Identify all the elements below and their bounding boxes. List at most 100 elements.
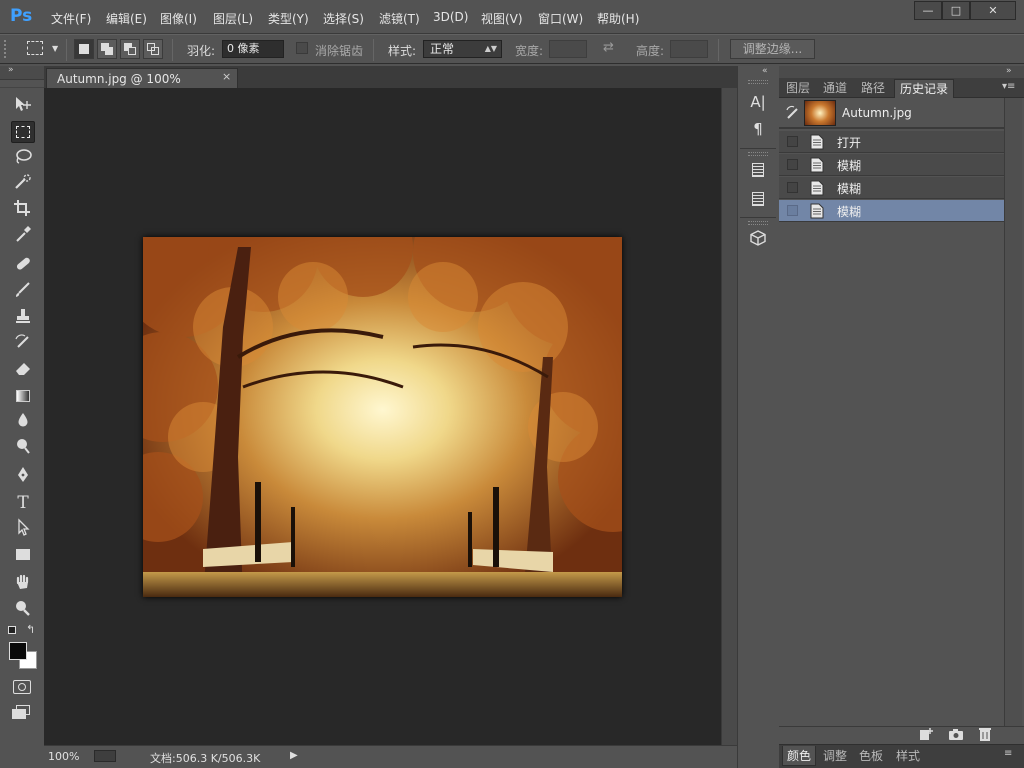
history-brush-tool[interactable] xyxy=(11,333,35,355)
refine-edge-button[interactable]: 调整边缘... xyxy=(730,39,815,59)
tab-paths[interactable]: 路径 xyxy=(856,79,890,98)
history-state-checkbox[interactable] xyxy=(787,205,798,216)
tab-layers[interactable]: 图层 xyxy=(782,79,814,98)
dodge-tool[interactable] xyxy=(11,437,35,459)
menu-image[interactable]: 图像(I) xyxy=(160,10,197,27)
blur-tool[interactable] xyxy=(11,411,35,433)
history-state[interactable]: 打开 xyxy=(779,131,1004,153)
minimize-button[interactable]: — xyxy=(914,1,942,20)
bottom-panel-menu-icon[interactable]: ≡ xyxy=(1004,748,1012,759)
menu-filter[interactable]: 滤镜(T) xyxy=(379,10,420,27)
hand-tool[interactable] xyxy=(11,573,35,595)
zoom-tool[interactable] xyxy=(11,599,35,621)
history-snapshot[interactable]: Autumn.jpg xyxy=(779,98,1004,129)
brush-tool[interactable] xyxy=(11,281,35,303)
default-colors-icon[interactable] xyxy=(8,626,16,634)
move-tool[interactable] xyxy=(11,95,35,117)
autumn-photo[interactable] xyxy=(143,237,622,597)
status-preview-icon[interactable] xyxy=(94,750,116,762)
history-state-label: 模糊 xyxy=(837,205,862,219)
dock-separator xyxy=(740,217,776,218)
zoom-level[interactable]: 100% xyxy=(48,750,79,763)
menu-layer[interactable]: 图层(L) xyxy=(213,10,253,27)
panel-collapse-icon[interactable]: » xyxy=(1006,66,1012,76)
dock-grip[interactable] xyxy=(748,152,768,156)
tab-swatches[interactable]: 色板 xyxy=(856,746,886,766)
quick-select-tool[interactable] xyxy=(11,173,35,195)
menu-select[interactable]: 选择(S) xyxy=(323,10,364,27)
marquee-preset-icon[interactable] xyxy=(27,41,43,55)
preset-dropdown-arrow-icon[interactable]: ▼ xyxy=(52,44,58,53)
swap-width-height-icon[interactable]: ⇄ xyxy=(603,40,614,55)
screen-mode-button[interactable] xyxy=(12,705,32,721)
document-tab[interactable]: Autumn.jpg @ 100%(RGB/8#) xyxy=(46,68,238,106)
clone-stamp-tool[interactable] xyxy=(11,307,35,329)
eyedropper-tool[interactable] xyxy=(11,225,35,247)
history-state-checkbox[interactable] xyxy=(787,182,798,193)
vertical-scrollbar[interactable] xyxy=(721,88,737,745)
tab-channels[interactable]: 通道 xyxy=(818,79,852,98)
close-tab-icon[interactable]: × xyxy=(222,70,231,83)
antialias-checkbox[interactable] xyxy=(296,42,308,54)
options-grip[interactable] xyxy=(4,40,8,58)
lasso-tool[interactable] xyxy=(11,147,35,169)
toolbox-collapse[interactable]: » xyxy=(0,65,44,80)
toolbox-grip[interactable] xyxy=(0,80,44,88)
character-panel-button[interactable]: A| xyxy=(744,91,772,113)
properties-panel-button[interactable] xyxy=(744,188,772,210)
history-state[interactable]: 模糊 xyxy=(779,154,1004,176)
new-document-from-state-icon[interactable] xyxy=(918,727,934,743)
paragraph-panel-button[interactable]: ¶ xyxy=(744,118,772,140)
swap-colors-icon[interactable]: ↰ xyxy=(26,623,35,636)
dock-grip[interactable] xyxy=(748,80,768,84)
maximize-button[interactable]: □ xyxy=(942,1,970,20)
tab-color[interactable]: 颜色 xyxy=(782,746,816,766)
menu-view[interactable]: 视图(V) xyxy=(481,10,523,27)
menu-help[interactable]: 帮助(H) xyxy=(597,10,639,27)
rectangle-tool[interactable] xyxy=(11,544,35,566)
gradient-tool[interactable] xyxy=(11,385,35,407)
info-panel-button[interactable] xyxy=(744,159,772,181)
healing-brush-tool[interactable] xyxy=(11,255,35,277)
history-brush-source-icon[interactable] xyxy=(785,105,801,121)
menu-edit[interactable]: 编辑(E) xyxy=(106,10,147,27)
menu-3d[interactable]: 3D(D) xyxy=(433,10,468,24)
intersect-selection-button[interactable] xyxy=(143,39,163,59)
pen-tool[interactable] xyxy=(11,466,35,488)
path-select-tool[interactable] xyxy=(11,518,35,540)
crop-tool[interactable] xyxy=(11,199,35,221)
eraser-tool[interactable] xyxy=(11,359,35,381)
add-selection-button[interactable] xyxy=(97,39,117,59)
menu-file[interactable]: 文件(F) xyxy=(51,10,91,27)
menu-window[interactable]: 窗口(W) xyxy=(538,10,583,27)
history-state-checkbox[interactable] xyxy=(787,136,798,147)
type-tool[interactable]: T xyxy=(11,492,35,514)
antialias-label: 消除锯齿 xyxy=(315,44,364,58)
tab-history[interactable]: 历史记录 xyxy=(894,79,954,98)
history-state-selected[interactable]: 模糊 xyxy=(779,200,1004,222)
dock-grip[interactable] xyxy=(748,221,768,225)
new-selection-button[interactable] xyxy=(74,39,94,59)
height-label: 高度: xyxy=(636,44,665,58)
quick-mask-button[interactable] xyxy=(13,680,31,694)
foreground-color-swatch[interactable] xyxy=(9,642,27,660)
history-scrollbar[interactable] xyxy=(1004,98,1022,726)
history-state[interactable]: 模糊 xyxy=(779,177,1004,199)
width-input[interactable] xyxy=(549,40,587,58)
panel-menu-icon[interactable]: ▾≡ xyxy=(1002,81,1015,92)
3d-panel-button[interactable] xyxy=(744,229,772,251)
menu-type[interactable]: 类型(Y) xyxy=(268,10,309,27)
dock-collapse-icon[interactable]: « xyxy=(762,66,768,76)
style-select[interactable]: 正常 ▲▼ xyxy=(423,40,502,58)
trash-icon[interactable] xyxy=(977,727,993,743)
status-menu-arrow-icon[interactable]: ▶ xyxy=(290,750,298,761)
subtract-selection-button[interactable] xyxy=(120,39,140,59)
tab-styles[interactable]: 样式 xyxy=(893,746,923,766)
tab-adjustments[interactable]: 调整 xyxy=(820,746,850,766)
feather-input[interactable]: 0 像素 xyxy=(222,40,284,58)
close-window-button[interactable]: ✕ xyxy=(970,1,1016,20)
height-input[interactable] xyxy=(670,40,708,58)
marquee-tool[interactable] xyxy=(11,121,35,143)
history-state-checkbox[interactable] xyxy=(787,159,798,170)
camera-snapshot-icon[interactable] xyxy=(948,727,964,743)
